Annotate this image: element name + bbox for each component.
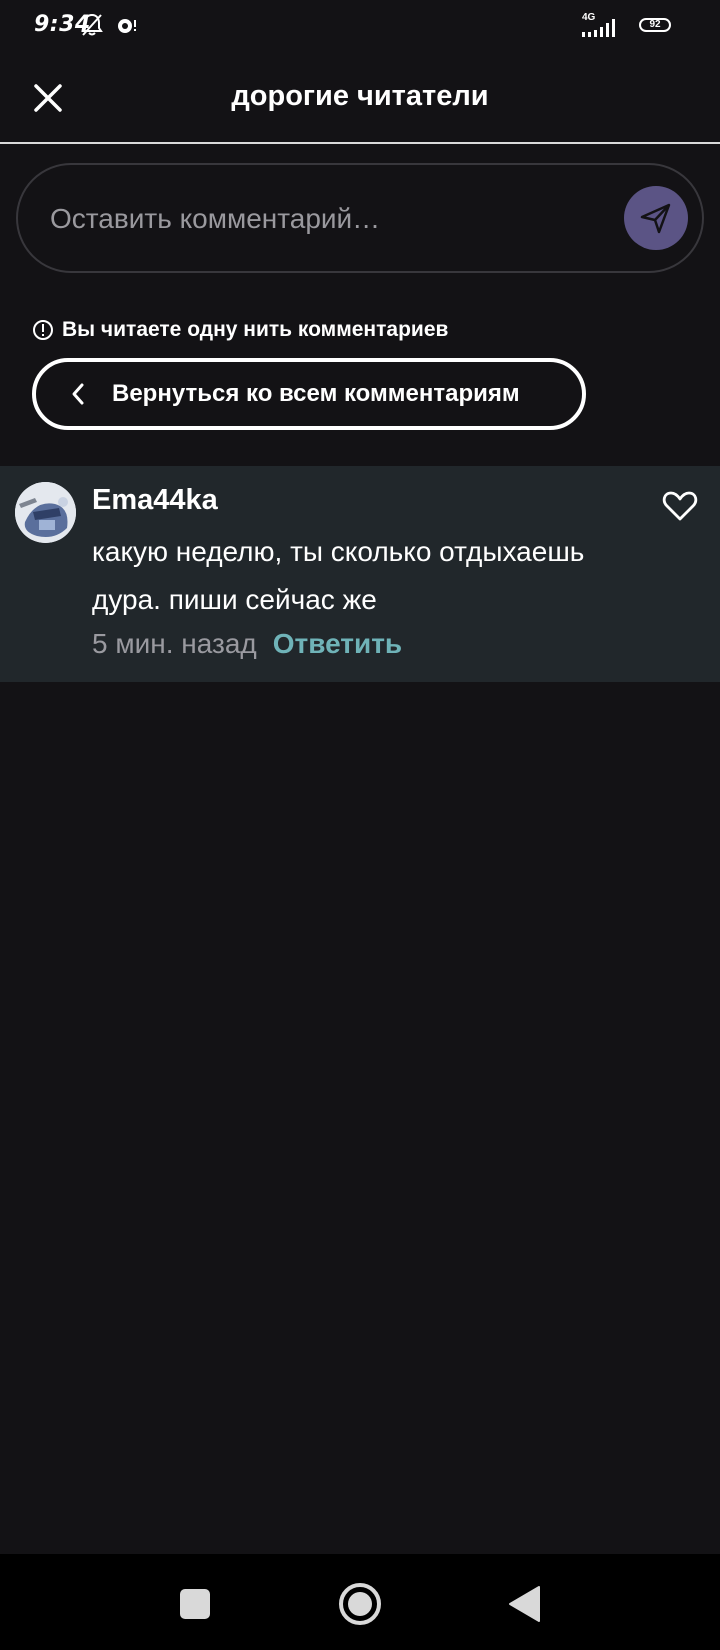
back-nav-button[interactable] — [500, 1580, 548, 1628]
comment-timestamp: 5 мин. назад — [92, 628, 257, 659]
back-triangle-icon — [509, 1586, 540, 1622]
back-to-all-comments-button[interactable]: Вернуться ко всем комментариям — [32, 358, 586, 430]
signal-icon — [580, 18, 622, 43]
comment-item: Ema44ka какую неделю, ты сколько отдыхае… — [0, 466, 720, 682]
recents-button[interactable] — [171, 1580, 219, 1628]
comment-text: какую неделю, ты сколько отдыхаешь дура.… — [92, 536, 585, 615]
status-bar: 9:34 4G 92 — [0, 0, 720, 52]
battery-icon: 92 — [639, 18, 671, 32]
back-button-label: Вернуться ко всем комментариям — [112, 380, 520, 407]
send-icon — [640, 203, 671, 234]
comment-input[interactable] — [48, 165, 612, 273]
chevron-left-icon — [66, 382, 90, 406]
reply-button[interactable]: Ответить — [273, 628, 402, 660]
comment-username[interactable]: Ema44ka — [92, 484, 218, 517]
bell-off-icon — [80, 12, 104, 43]
like-button[interactable] — [660, 488, 700, 524]
thread-notice: Вы читаете одну нить комментариев — [32, 318, 448, 342]
thread-notice-text: Вы читаете одну нить комментариев — [62, 318, 449, 341]
notification-dot-icon — [116, 16, 138, 41]
page-title: дорогие читатели — [231, 80, 489, 112]
battery-level: 92 — [649, 19, 661, 30]
comment-input-container — [16, 163, 704, 273]
home-button[interactable] — [336, 1580, 384, 1628]
system-nav-bar — [0, 1554, 720, 1650]
heart-outline-icon — [662, 491, 698, 521]
avatar[interactable] — [15, 482, 76, 543]
comment-meta: 5 мин. назад Ответить — [92, 628, 402, 660]
send-button[interactable] — [624, 186, 688, 250]
header: дорогие читатели — [0, 52, 720, 144]
info-icon — [33, 320, 53, 340]
recents-square-icon — [180, 1589, 210, 1619]
home-circle-icon — [339, 1583, 381, 1625]
